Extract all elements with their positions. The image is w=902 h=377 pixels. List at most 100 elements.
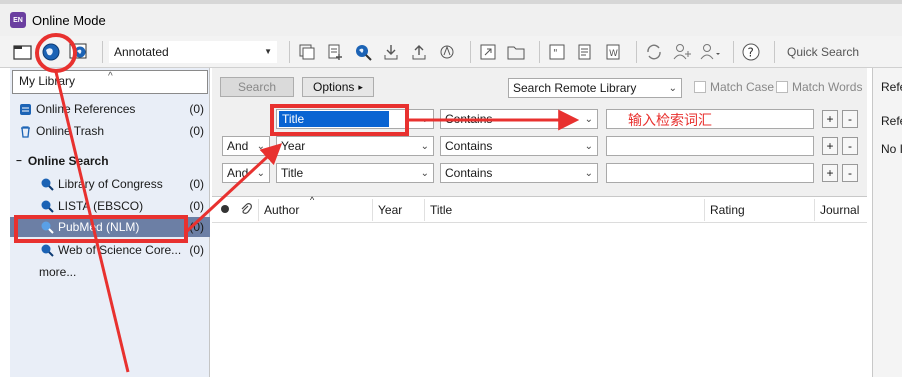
column-journal[interactable]: Journal — [820, 203, 859, 217]
open-folder-icon[interactable] — [505, 41, 527, 63]
open-link-icon[interactable] — [477, 41, 499, 63]
output-style-select[interactable]: Annotated ▼ — [109, 40, 277, 63]
options-button[interactable]: Options ▸ — [302, 77, 374, 97]
window-title: Online Mode — [32, 12, 106, 28]
column-divider — [372, 199, 373, 221]
magnifier-globe-icon — [40, 177, 54, 191]
reference-panel: Refe Refe No I — [872, 68, 902, 377]
boolean-value: And — [227, 139, 249, 153]
search-source-item[interactable]: LISTA (EBSCO) (0) — [10, 196, 210, 216]
sort-asc-caret-icon: ^ — [310, 195, 315, 205]
search-source-count: (0) — [189, 199, 204, 213]
search-operator-value: Contains — [445, 166, 493, 180]
quick-search-input[interactable]: Quick Search — [787, 45, 859, 59]
remove-row-button[interactable]: - — [842, 164, 858, 182]
magnifier-globe-icon — [40, 220, 54, 234]
new-reference-icon[interactable] — [324, 41, 346, 63]
more-sources-link[interactable]: more... — [10, 262, 210, 282]
boolean-select[interactable]: And ⌄ — [222, 163, 270, 183]
sync-icon[interactable] — [643, 41, 665, 63]
word-document-icon[interactable]: W — [602, 41, 624, 63]
chevron-down-icon: ⌄ — [256, 140, 265, 152]
toolbar-separator — [774, 40, 775, 63]
library-panel: My Library ^ Online References (0) Onlin… — [10, 68, 210, 377]
collapse-minus-icon[interactable]: − — [16, 156, 22, 167]
column-author[interactable]: Author — [264, 203, 299, 217]
search-source-item-selected[interactable]: PubMed (NLM) (0) — [10, 217, 210, 237]
search-term-input[interactable] — [606, 136, 814, 156]
search-source-item[interactable]: Web of Science Core... (0) — [10, 240, 210, 260]
my-library-label: My Library — [19, 74, 76, 88]
search-operator-select[interactable]: Contains ⌄ — [440, 136, 598, 156]
column-title[interactable]: Title — [430, 203, 452, 217]
format-paper-icon[interactable] — [574, 41, 596, 63]
reference-tab[interactable]: Refe — [881, 80, 902, 94]
search-field-value: Year — [281, 139, 306, 153]
search-field-select[interactable]: Title ⌄ — [276, 109, 434, 129]
match-words-box[interactable] — [776, 81, 788, 93]
plus-icon: + — [826, 112, 834, 126]
export-upload-icon[interactable] — [408, 41, 430, 63]
add-row-button[interactable]: + — [822, 164, 838, 182]
boolean-select[interactable]: And ⌄ — [222, 136, 270, 156]
search-panel: Search Options ▸ Search Remote Library ⌄… — [212, 68, 867, 377]
match-words-checkbox[interactable]: Match Words — [776, 80, 862, 94]
chevron-down-icon: ⌄ — [668, 82, 677, 94]
column-divider — [704, 199, 705, 221]
import-download-icon[interactable] — [380, 41, 402, 63]
collapse-caret-icon[interactable]: ^ — [108, 71, 113, 82]
online-mode-globe-icon[interactable] — [40, 41, 62, 63]
online-search-group[interactable]: − Online Search — [10, 151, 210, 171]
match-case-checkbox[interactable]: Match Case — [694, 80, 774, 94]
match-case-box[interactable] — [694, 81, 706, 93]
search-field-select[interactable]: Title ⌄ — [276, 163, 434, 183]
search-field-select[interactable]: Year ⌄ — [276, 136, 434, 156]
remove-row-button[interactable]: - — [842, 110, 858, 128]
online-search-group-label: Online Search — [27, 154, 109, 168]
reference-panel-label: Refe — [881, 114, 902, 128]
column-divider — [814, 199, 815, 221]
toolbar: Annotated ▼ " W ? Quick Search — [0, 36, 902, 68]
search-operator-select[interactable]: Contains ⌄ — [440, 109, 598, 129]
online-trash-label: Online Trash — [36, 124, 105, 138]
reference-list-header: Author ^ Year Title Rating Journal — [212, 195, 867, 223]
my-library-header[interactable]: My Library ^ — [12, 70, 208, 94]
add-row-button[interactable]: + — [822, 110, 838, 128]
search-button[interactable]: Search — [220, 77, 294, 97]
search-field-value: Title — [279, 111, 389, 127]
options-button-label: Options — [313, 80, 355, 94]
chevron-down-icon: ⌄ — [256, 167, 265, 179]
toolbar-separator — [733, 40, 734, 63]
read-status-dot-icon[interactable] — [220, 203, 230, 217]
find-full-text-icon[interactable] — [436, 41, 458, 63]
toolbar-separator — [539, 40, 540, 63]
user-menu-icon[interactable] — [699, 41, 721, 63]
help-icon[interactable]: ? — [740, 41, 762, 63]
local-library-mode-icon[interactable] — [12, 41, 34, 63]
integrated-library-globe-icon[interactable] — [68, 41, 90, 63]
remove-row-button[interactable]: - — [842, 137, 858, 155]
column-year[interactable]: Year — [378, 203, 402, 217]
chevron-right-icon: ▸ — [358, 81, 363, 92]
minus-icon: - — [848, 139, 852, 153]
online-references-item[interactable]: Online References (0) — [10, 99, 210, 119]
online-search-globe-icon[interactable] — [352, 41, 374, 63]
search-source-item[interactable]: Library of Congress (0) — [10, 174, 210, 194]
search-operator-value: Contains — [445, 139, 493, 153]
chevron-down-icon: ⌄ — [584, 113, 593, 125]
column-rating[interactable]: Rating — [710, 203, 745, 217]
copy-to-library-icon[interactable] — [296, 41, 318, 63]
attachment-paperclip-icon[interactable] — [240, 202, 252, 219]
share-library-icon[interactable] — [671, 41, 693, 63]
search-operator-value: Contains — [445, 112, 493, 126]
remote-library-select[interactable]: Search Remote Library ⌄ — [508, 78, 682, 98]
search-term-input[interactable] — [606, 163, 814, 183]
add-row-button[interactable]: + — [822, 137, 838, 155]
toolbar-separator — [636, 40, 637, 63]
online-references-label: Online References — [36, 102, 136, 116]
minus-icon: - — [848, 166, 852, 180]
insert-citation-icon[interactable]: " — [546, 41, 568, 63]
search-source-count: (0) — [189, 243, 204, 257]
search-operator-select[interactable]: Contains ⌄ — [440, 163, 598, 183]
online-trash-item[interactable]: Online Trash (0) — [10, 121, 210, 141]
